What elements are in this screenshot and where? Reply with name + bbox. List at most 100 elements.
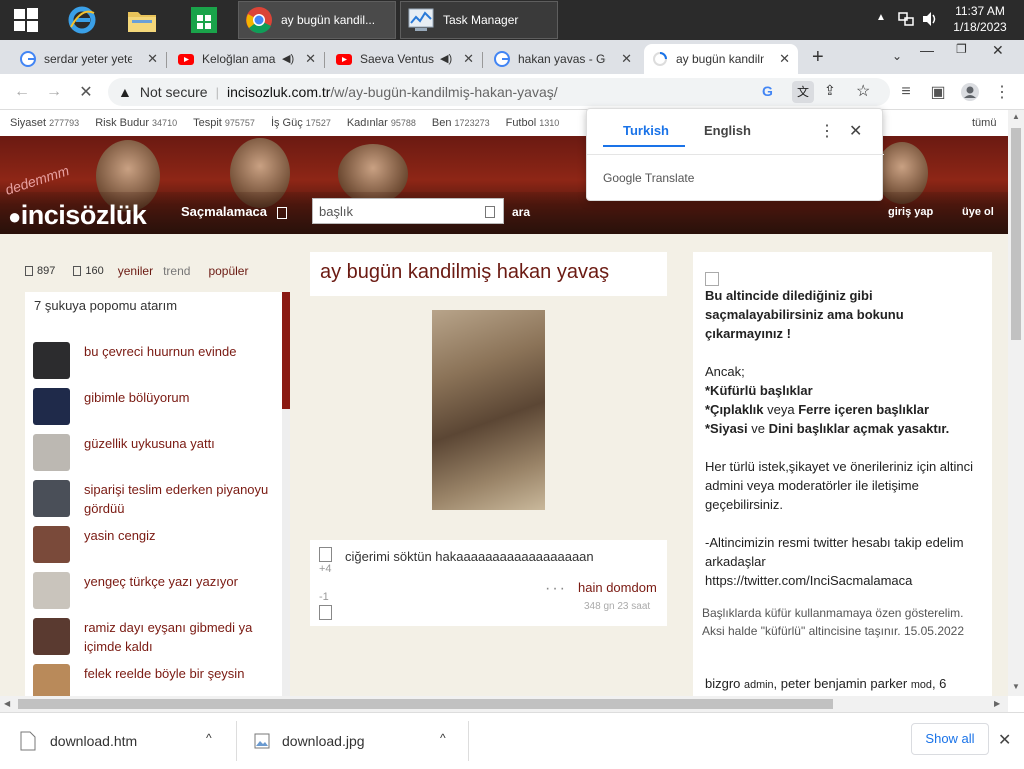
translate-options-icon[interactable]: ⋮ bbox=[819, 121, 835, 141]
close-downloads-icon[interactable]: ✕ bbox=[998, 730, 1011, 750]
tab-close-icon[interactable]: ✕ bbox=[305, 51, 316, 67]
list-item[interactable]: ramiz dayı eyşanı gibmedi ya içimde kald… bbox=[25, 614, 282, 660]
close-window-icon[interactable]: ✕ bbox=[992, 42, 1004, 59]
sidebar-para-1: Her türlü istek,şikayet ve önerileriniz … bbox=[705, 459, 974, 512]
share-icon[interactable]: ⇪ bbox=[824, 82, 836, 99]
download-item-jpg[interactable]: download.jpg ^ bbox=[254, 713, 464, 769]
page-horizontal-scrollbar[interactable]: ◀ ▶ bbox=[0, 696, 1008, 712]
tab-close-icon[interactable]: ✕ bbox=[779, 51, 790, 67]
clock-date: 1/18/2023 bbox=[953, 20, 1007, 34]
tray-expand-icon[interactable]: ▲ bbox=[876, 12, 886, 23]
show-all-downloads-button[interactable]: Show all bbox=[911, 723, 989, 755]
translate-icon[interactable]: 文 bbox=[792, 81, 814, 103]
scroll-right-icon[interactable]: ▶ bbox=[994, 699, 1000, 708]
category-kadinlar[interactable]: Kadınlar 95788 bbox=[347, 117, 416, 129]
forward-icon[interactable]: → bbox=[42, 80, 66, 104]
profile-avatar-icon[interactable] bbox=[958, 80, 982, 104]
side-panel-icon[interactable]: ▣ bbox=[926, 80, 950, 104]
list-item[interactable]: güzellik uykusuna yattı bbox=[25, 430, 282, 476]
network-icon[interactable] bbox=[898, 11, 914, 30]
tab-title: hakan yavas - Go bbox=[518, 52, 606, 66]
category-risk-budur[interactable]: Risk Budur 34710 bbox=[95, 117, 177, 129]
microsoft-store-icon[interactable] bbox=[180, 2, 228, 38]
translate-close-icon[interactable]: ✕ bbox=[849, 121, 862, 141]
upvote-icon[interactable] bbox=[319, 547, 332, 562]
rule-2: *Çıplaklık veya Ferre içeren başlıklar bbox=[705, 402, 930, 417]
task-manager-icon bbox=[407, 6, 435, 34]
tab-1[interactable]: Keloğlan ama ◀) ✕ bbox=[170, 44, 325, 74]
site-logo[interactable]: ●incisözlük bbox=[8, 200, 147, 231]
bookmark-star-icon[interactable]: ☆ bbox=[856, 81, 870, 101]
translate-lang-english[interactable]: English bbox=[704, 123, 751, 138]
login-link[interactable]: giriş yap bbox=[888, 206, 933, 218]
entry-more-icon[interactable]: ··· bbox=[545, 580, 567, 598]
page-vertical-scrollbar[interactable]: ▲ ▼ bbox=[1008, 110, 1024, 696]
volume-icon[interactable] bbox=[921, 11, 939, 30]
register-link[interactable]: üye ol bbox=[962, 206, 994, 218]
list-item-top[interactable]: 7 şukuya popomu atarım bbox=[34, 298, 177, 313]
address-bar[interactable]: ▲ Not secure | incisozluk.com.tr/w/ay-bu… bbox=[108, 78, 890, 106]
category-siyaset[interactable]: Siyaset 277793 bbox=[10, 117, 79, 129]
tab-0[interactable]: serdar yeter yeter ✕ bbox=[12, 44, 167, 74]
tab-close-icon[interactable]: ✕ bbox=[463, 51, 474, 67]
clock-time: 11:37 AM bbox=[955, 4, 1005, 18]
tab-3[interactable]: hakan yavas - Go ✕ bbox=[486, 44, 640, 74]
list-item[interactable]: yengeç türkçe yazı yazıyor bbox=[25, 568, 282, 614]
tab-2[interactable]: Saeva Ventus ◀) ✕ bbox=[328, 44, 483, 74]
minimize-icon[interactable]: — bbox=[920, 42, 934, 58]
list-item[interactable]: felek reelde böyle bir şeysin bbox=[25, 660, 282, 696]
search-button[interactable]: ara bbox=[512, 205, 530, 219]
scroll-down-icon[interactable]: ▼ bbox=[1012, 682, 1020, 691]
tab-populer[interactable]: popüler bbox=[208, 264, 248, 278]
media-queue-icon[interactable]: ≡ bbox=[894, 80, 918, 104]
chrome-menu-icon[interactable]: ⋮ bbox=[990, 80, 1014, 104]
scroll-up-icon[interactable]: ▲ bbox=[1012, 112, 1020, 121]
categories-all-link[interactable]: tümü bbox=[972, 117, 996, 129]
back-icon[interactable]: ← bbox=[10, 80, 34, 104]
windows-start-icon[interactable] bbox=[2, 2, 50, 38]
downloads-bar: download.htm ^ download.jpg ^ Show all ✕ bbox=[0, 712, 1024, 768]
list-item-thumb bbox=[33, 342, 70, 379]
entry-author[interactable]: hain domdom bbox=[578, 580, 657, 595]
tab-close-icon[interactable]: ✕ bbox=[621, 51, 632, 67]
taskbar-chrome-app[interactable]: ay bugün kandil... bbox=[238, 1, 396, 39]
new-tab-icon[interactable]: + bbox=[812, 46, 824, 69]
download-options-icon[interactable]: ^ bbox=[440, 731, 446, 745]
tab-audio-icon[interactable]: ◀) bbox=[282, 52, 294, 65]
file-explorer-icon[interactable] bbox=[118, 2, 166, 38]
translate-lang-turkish[interactable]: Turkish bbox=[623, 123, 669, 138]
list-item[interactable]: siparişi teslim ederken piyanoyu gördüü bbox=[25, 476, 282, 522]
warning-icon: ▲ bbox=[118, 84, 132, 100]
scroll-left-icon[interactable]: ◀ bbox=[4, 699, 10, 708]
category-is-guc[interactable]: İş Güç 17527 bbox=[271, 117, 331, 129]
category-ben[interactable]: Ben 1723273 bbox=[432, 117, 490, 129]
list-item[interactable]: bu çevreci huurnun evinde bbox=[25, 338, 282, 384]
taskbar-clock[interactable]: 11:37 AM 1/18/2023 bbox=[942, 3, 1018, 35]
topic-list-scrollbar[interactable] bbox=[282, 292, 290, 696]
internet-explorer-icon[interactable] bbox=[58, 2, 106, 38]
tab-trend[interactable]: trend bbox=[163, 264, 190, 278]
category-tespit[interactable]: Tespit 975757 bbox=[193, 117, 255, 129]
search-input[interactable]: başlık bbox=[312, 198, 504, 224]
tab-search-icon[interactable]: ⌄ bbox=[892, 49, 902, 63]
entry-time[interactable]: 348 gn 23 saat bbox=[584, 601, 650, 612]
download-options-icon[interactable]: ^ bbox=[206, 731, 212, 745]
google-lens-icon[interactable]: G bbox=[762, 83, 773, 99]
tab-yeniler[interactable]: yeniler bbox=[118, 264, 153, 278]
not-secure-label[interactable]: Not secure bbox=[140, 84, 208, 100]
stop-loading-icon[interactable]: ✕ bbox=[74, 80, 98, 104]
tab-audio-icon[interactable]: ◀) bbox=[440, 52, 452, 65]
tab-4-active[interactable]: ay bugün kandilm ✕ bbox=[644, 44, 798, 74]
tab-close-icon[interactable]: ✕ bbox=[147, 51, 158, 67]
twitter-link[interactable]: https://twitter.com/InciSacmalamaca bbox=[705, 571, 980, 590]
entry-photo[interactable] bbox=[432, 310, 545, 510]
windows-taskbar: ay bugün kandil... Task Manager ▲ 11:37 … bbox=[0, 0, 1024, 40]
downvote-icon[interactable] bbox=[319, 605, 332, 620]
restore-icon[interactable]: ❐ bbox=[956, 42, 967, 56]
list-item[interactable]: yasin cengiz bbox=[25, 522, 282, 568]
list-item[interactable]: gibimle bölüyorum bbox=[25, 384, 282, 430]
download-item-htm[interactable]: download.htm ^ bbox=[20, 713, 230, 769]
taskbar-task-manager-app[interactable]: Task Manager bbox=[400, 1, 558, 39]
category-futbol[interactable]: Futbol 1310 bbox=[506, 117, 560, 129]
category-selector[interactable]: Saçmalamaca bbox=[181, 204, 287, 219]
